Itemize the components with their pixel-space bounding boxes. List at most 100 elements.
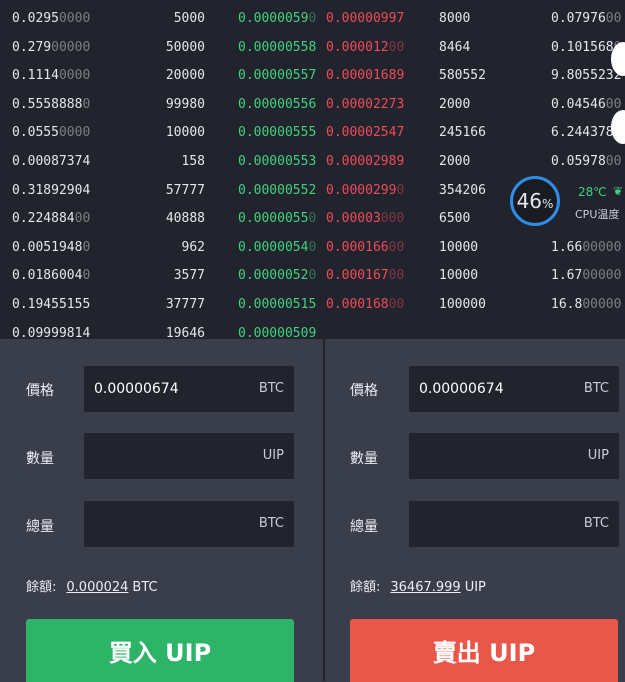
- ask-price-cell-trailing-zeros: 0: [396, 182, 405, 198]
- total-cell-trailing-zeros: 00000: [582, 268, 622, 284]
- quantity-cell: 19646: [120, 320, 205, 338]
- quantity-cell-value: 962: [181, 239, 205, 255]
- cpu-monitor-widget[interactable]: 46% 28℃ ❦ CPU温度: [508, 176, 625, 234]
- sell-total-label: 總量: [350, 519, 378, 535]
- amount-cell-value: 0.5558888: [12, 96, 83, 112]
- amount-cell-trailing-zeros: 0: [82, 268, 91, 284]
- quantity-cell-value: 245166: [439, 125, 486, 141]
- quantity-cell: 2000: [439, 148, 470, 176]
- sell-amount-input[interactable]: UIP: [409, 433, 619, 479]
- table-row[interactable]: 0.00087374 158 0.00000553 0.00002989 2000 0.0…: [0, 148, 625, 176]
- table-row[interactable]: 0.09999814 19646 0.00000509: [0, 320, 625, 338]
- table-row[interactable]: 0.02950000 5000 0.00000590 0.00000997 8000 0.…: [0, 5, 625, 33]
- bid-price-cell-value: 0.0000059: [238, 11, 309, 26]
- sell-button[interactable]: 賣出 UIP: [350, 619, 618, 682]
- quantity-cell-value: 3577: [173, 268, 205, 284]
- amount-cell-value: 0.0295: [12, 11, 59, 26]
- sell-balance: 餘額: 36467.999 UIP: [350, 576, 486, 595]
- quantity-cell-value: 580552: [439, 68, 486, 84]
- amount-cell-trailing-zeros: 0000: [58, 11, 91, 26]
- sell-balance-label: 餘額:: [350, 580, 381, 595]
- buy-balance-label: 餘額:: [26, 580, 57, 595]
- ask-price-cell-value: 0.00000997: [326, 11, 405, 26]
- table-row[interactable]: 0.05550000 10000 0.00000555 0.00002547 24516…: [0, 119, 625, 147]
- amount-cell-trailing-zeros: 0000: [58, 68, 91, 84]
- sell-price-label: 價格: [350, 383, 378, 399]
- amount-cell-value: 0.0051948: [12, 239, 83, 255]
- ask-price-cell: 0.00002273: [326, 91, 404, 119]
- cpu-usage-unit: %: [542, 196, 554, 211]
- sell-price-input[interactable]: 0.00000674 BTC: [409, 366, 619, 412]
- bid-price-cell-trailing-zeros: 0: [308, 211, 317, 227]
- amount-cell-trailing-zeros: 0: [82, 96, 91, 112]
- bid-price-cell: 0.00000590: [238, 5, 316, 33]
- amount-cell: 0.09999814: [12, 320, 90, 338]
- amount-cell-value: 0.31892904: [12, 182, 91, 198]
- buy-amount-input[interactable]: UIP: [84, 433, 294, 479]
- ask-price-cell: 0.00001689: [326, 62, 404, 90]
- ask-price-cell-value: 0.00002547: [326, 125, 405, 141]
- quantity-cell: 37777: [120, 291, 205, 319]
- amount-cell: 0.00087374: [12, 148, 90, 176]
- buy-price-input[interactable]: 0.00000674 BTC: [84, 366, 294, 412]
- bid-price-cell: 0.00000555: [238, 119, 316, 147]
- ask-price-cell-value: 0.000166: [326, 239, 389, 255]
- buy-balance-value[interactable]: 0.000024: [66, 580, 128, 595]
- buy-button[interactable]: 買入 UIP: [26, 619, 294, 682]
- amount-cell: 0.55588880: [12, 91, 90, 119]
- buy-total-label: 總量: [26, 519, 54, 535]
- bid-price-cell: 0.00000556: [238, 91, 316, 119]
- table-row[interactable]: 0.00519480 962 0.00000540 0.00016600 10000 1.…: [0, 234, 625, 262]
- quantity-cell-value: 99980: [165, 96, 205, 112]
- amount-cell: 0.11140000: [12, 62, 90, 90]
- table-row[interactable]: 0.55588880 99980 0.00000556 0.00002273 2000 0…: [0, 91, 625, 119]
- quantity-cell-value: 158: [181, 154, 205, 169]
- quantity-cell-value: 10000: [439, 268, 479, 284]
- amount-cell-trailing-zeros: 0000: [58, 125, 91, 141]
- buy-panel: 價格 0.00000674 BTC 數量 UIP 總量 BTC 餘額: 0.000…: [0, 338, 323, 682]
- cpu-usage-value: 46: [516, 189, 543, 213]
- amount-cell: 0.05550000: [12, 119, 90, 147]
- total-cell: 9.8055232: [551, 62, 621, 90]
- table-row[interactable]: 0.11140000 20000 0.00000557 0.00001689 58055…: [0, 62, 625, 90]
- sell-price-unit: BTC: [583, 381, 609, 396]
- sell-amount-label: 數量: [350, 451, 378, 467]
- ask-price-cell-value: 0.000167: [326, 268, 389, 284]
- ask-price-cell: 0.00016800: [326, 291, 404, 319]
- total-cell: 16.800000: [551, 291, 621, 319]
- ask-price-cell: 0.00002547: [326, 119, 404, 147]
- quantity-cell-value: 2000: [439, 154, 471, 169]
- quantity-cell: 3577: [120, 262, 205, 290]
- table-row[interactable]: 0.19455155 37777 0.00000515 0.00016800 10000…: [0, 291, 625, 319]
- quantity-cell-value: 57777: [165, 182, 205, 198]
- quantity-cell: 158: [120, 148, 205, 176]
- ask-price-cell: 0.00002989: [326, 148, 404, 176]
- total-cell-value: 9.8055232: [551, 68, 622, 84]
- total-cell: 1.6700000: [551, 262, 621, 290]
- bid-price-cell-trailing-zeros: 0: [308, 239, 317, 255]
- ask-price-cell: 0.00001200: [326, 34, 404, 62]
- table-row[interactable]: 0.27900000 50000 0.00000558 0.00001200 8464 0…: [0, 34, 625, 62]
- bid-price-cell-value: 0.00000553: [238, 154, 317, 169]
- sell-total-unit: BTC: [583, 516, 609, 531]
- ask-price-cell: 0.00000997: [326, 5, 404, 33]
- quantity-cell: 580552: [439, 62, 486, 90]
- total-cell-value: 16.8: [551, 297, 583, 312]
- ask-price-cell-trailing-zeros: 00: [388, 268, 405, 284]
- quantity-cell: 8464: [439, 34, 470, 62]
- quantity-cell: 50000: [120, 34, 205, 62]
- total-cell: 0.0597800: [551, 148, 621, 176]
- ask-price-cell-value: 0.00002273: [326, 96, 405, 112]
- bid-price-cell: 0.00000557: [238, 62, 316, 90]
- buy-total-input[interactable]: BTC: [84, 501, 294, 547]
- cpu-temp-label: CPU温度: [575, 208, 620, 221]
- sell-balance-value[interactable]: 36467.999: [390, 580, 460, 595]
- total-cell-value: 1.66: [551, 239, 583, 255]
- quantity-cell: 245166: [439, 119, 486, 147]
- table-row[interactable]: 0.01860040 3577 0.00000520 0.00016700 10000 1…: [0, 262, 625, 290]
- sell-total-input[interactable]: BTC: [409, 501, 619, 547]
- quantity-cell: 20000: [120, 62, 205, 90]
- quantity-cell: 6500: [439, 205, 470, 233]
- quantity-cell-value: 5000: [173, 11, 205, 26]
- amount-cell: 0.31892904: [12, 177, 90, 205]
